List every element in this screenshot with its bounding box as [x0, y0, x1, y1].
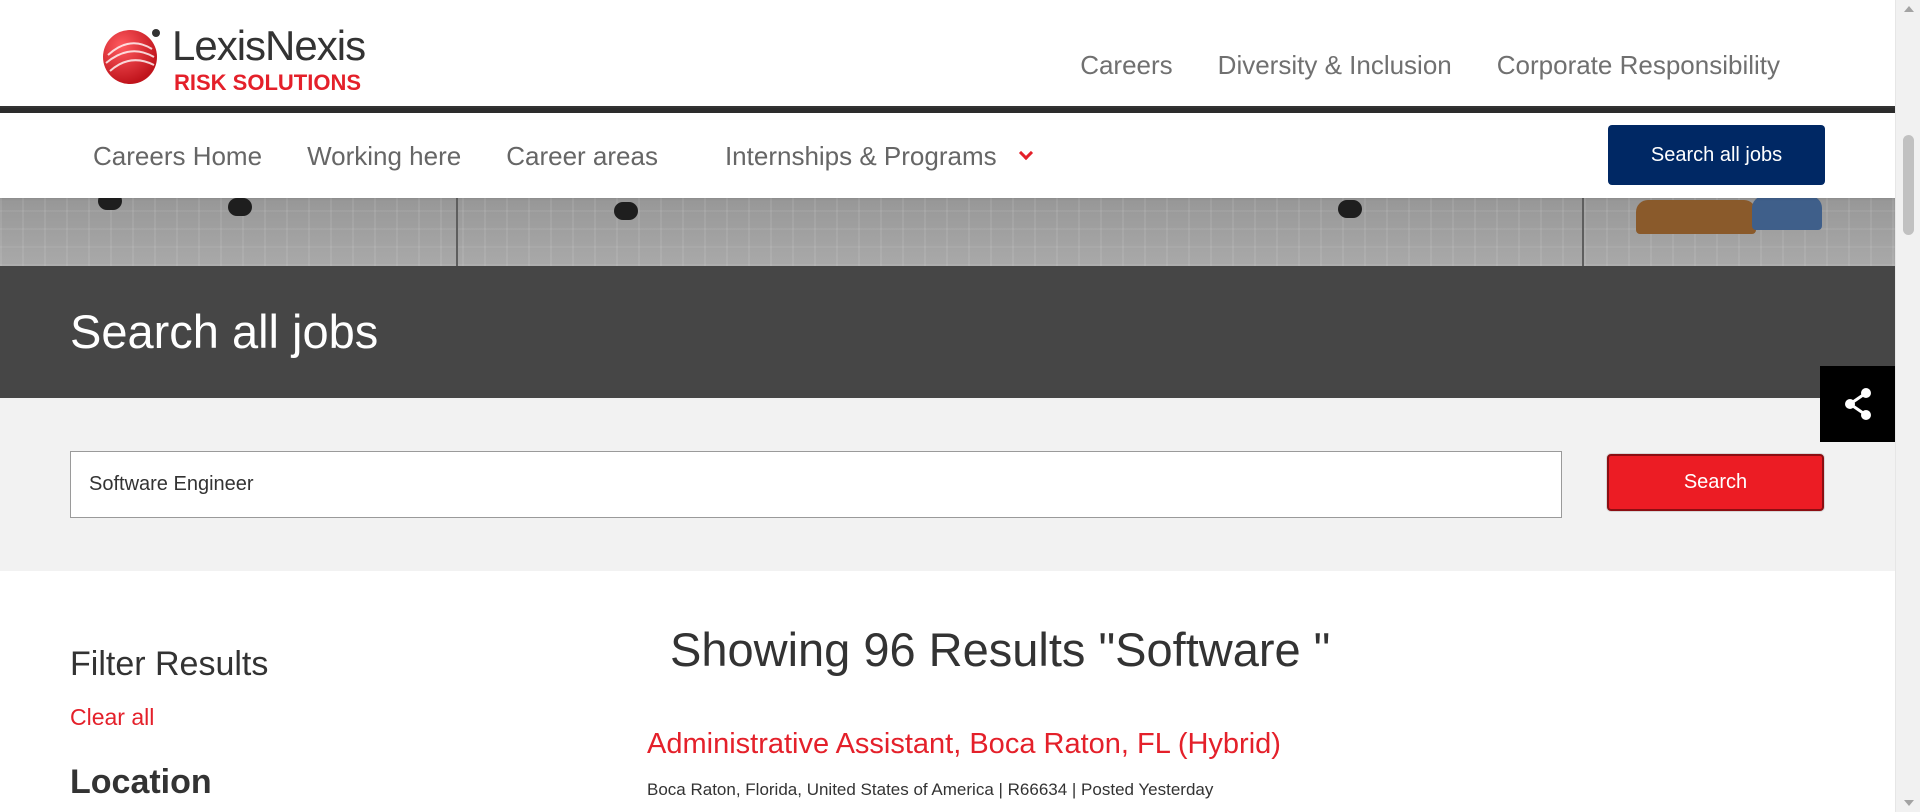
logo-sphere-icon: [103, 29, 160, 84]
nav-careers-home[interactable]: Careers Home: [93, 141, 262, 172]
scroll-down-icon[interactable]: [1904, 800, 1914, 806]
share-button[interactable]: [1820, 366, 1895, 442]
search-button[interactable]: Search: [1607, 454, 1824, 511]
top-header: LexisNexis RISK SOLUTIONS Careers Divers…: [0, 0, 1895, 108]
results-heading: Showing 96 Results "Software ": [670, 623, 1331, 676]
filter-results-title: Filter Results: [70, 645, 269, 683]
shoe: [1636, 200, 1756, 234]
top-nav-corporate-responsibility[interactable]: Corporate Responsibility: [1497, 50, 1780, 81]
secondary-nav-items: Careers Home Working here Career areas I…: [93, 141, 1076, 172]
lexisnexis-logo[interactable]: LexisNexis RISK SOLUTIONS: [100, 22, 400, 97]
job-meta: Boca Raton, Florida, United States of Am…: [647, 780, 1214, 799]
clear-all-link[interactable]: Clear all: [70, 704, 154, 731]
chair-wheel: [614, 202, 638, 220]
top-nav-diversity-inclusion[interactable]: Diversity & Inclusion: [1218, 50, 1452, 81]
share-icon: [1844, 388, 1871, 420]
nav-internships-label: Internships & Programs: [724, 141, 997, 171]
nav-working-here[interactable]: Working here: [307, 141, 461, 172]
page-title-band: Search all jobs: [0, 266, 1895, 398]
logo-wordmark: LexisNexis: [172, 22, 366, 69]
nav-internships-programs[interactable]: Internships & Programs: [724, 141, 1033, 172]
chair-wheel: [1338, 200, 1362, 218]
search-band: Search: [0, 398, 1895, 571]
chair-wheel: [228, 198, 252, 216]
chevron-down-icon: [1018, 145, 1033, 160]
search-all-jobs-button[interactable]: Search all jobs: [1608, 125, 1825, 185]
nav-career-areas[interactable]: Career areas: [506, 141, 658, 172]
job-search-input[interactable]: [70, 451, 1562, 518]
page-title: Search all jobs: [70, 305, 379, 358]
page-scrollbar[interactable]: [1895, 0, 1920, 812]
job-title-link[interactable]: Administrative Assistant, Boca Raton, FL…: [647, 728, 1281, 761]
logo-subtitle: RISK SOLUTIONS: [174, 70, 362, 95]
scroll-up-icon[interactable]: [1904, 6, 1914, 12]
scroll-thumb[interactable]: [1903, 135, 1914, 235]
top-nav-careers[interactable]: Careers: [1080, 50, 1172, 81]
location-filter-title[interactable]: Location: [70, 763, 212, 802]
secondary-nav: Careers Home Working here Career areas I…: [0, 113, 1895, 198]
jeans: [1752, 196, 1822, 230]
top-nav: Careers Diversity & Inclusion Corporate …: [1080, 50, 1780, 81]
